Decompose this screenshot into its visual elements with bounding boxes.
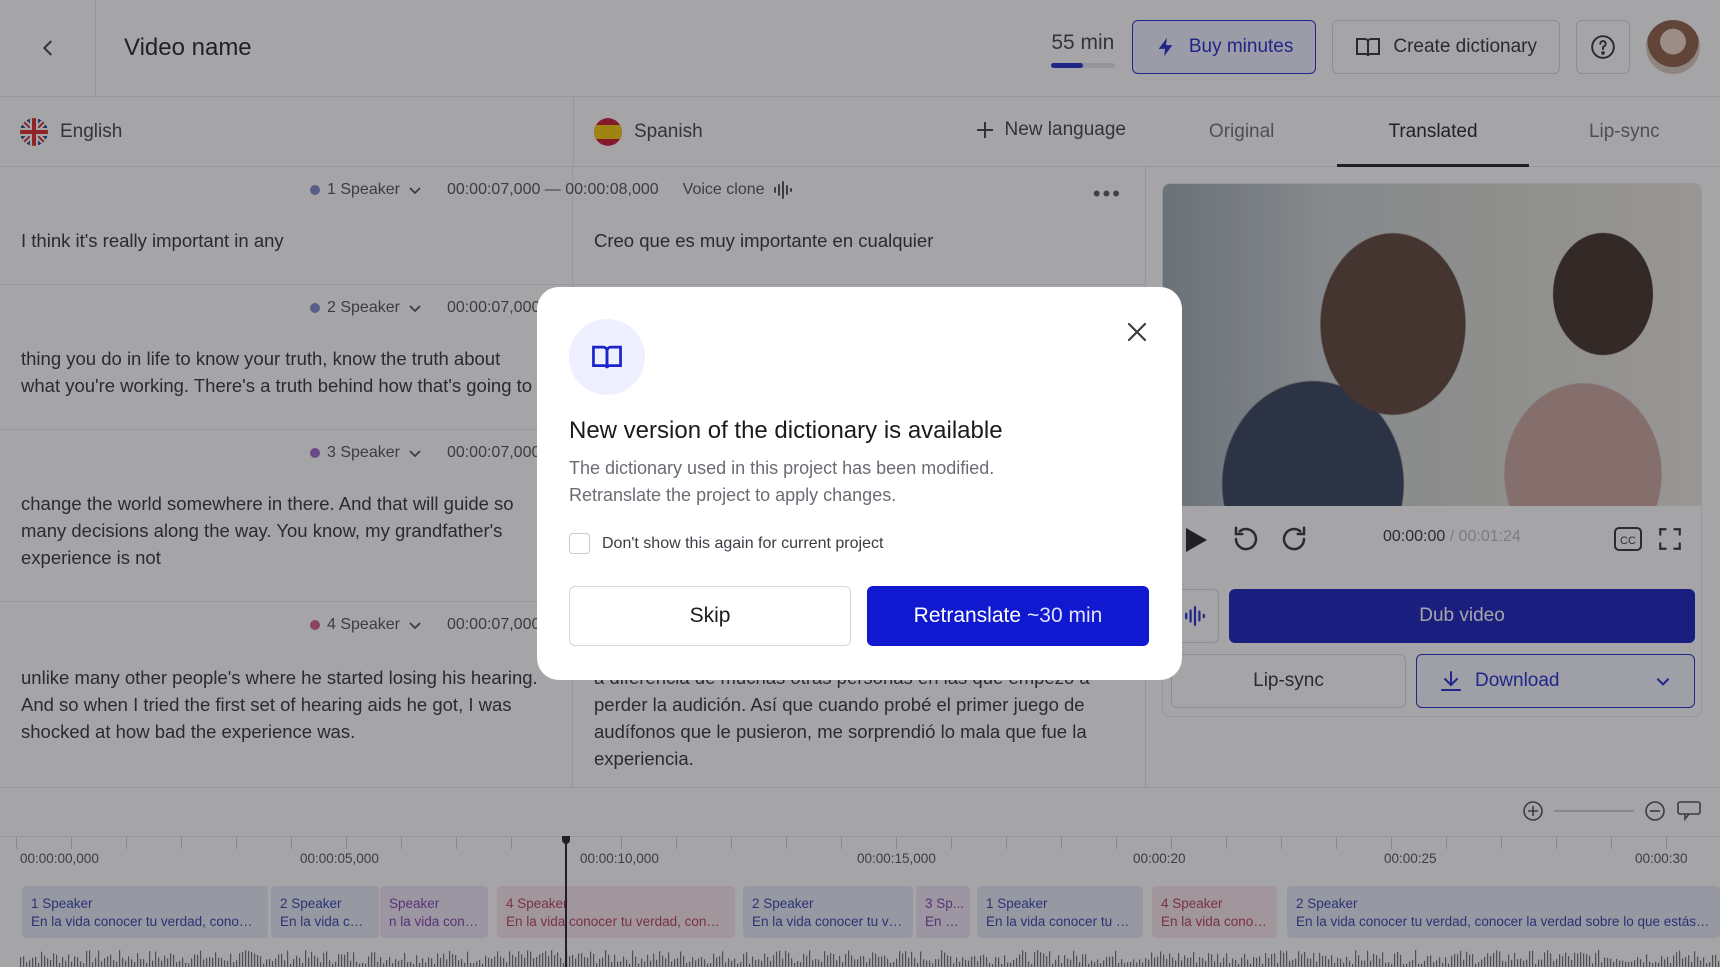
modal-title: New version of the dictionary is availab… xyxy=(569,417,1003,444)
retranslate-label: Retranslate xyxy=(913,604,1022,627)
dictionary-icon-badge xyxy=(569,319,645,395)
dont-show-label: Don't show this again for current projec… xyxy=(602,534,884,552)
skip-button[interactable]: Skip xyxy=(569,586,851,646)
dont-show-checkbox[interactable] xyxy=(569,533,590,554)
modal-description: The dictionary used in this project has … xyxy=(569,458,995,505)
modal-actions: Skip Retranslate ~30 min xyxy=(569,586,1150,646)
retranslate-cost: ~30 min xyxy=(1027,604,1103,627)
dont-show-again[interactable]: Don't show this again for current projec… xyxy=(569,533,1150,554)
book-icon xyxy=(592,345,622,369)
close-icon xyxy=(1127,322,1147,342)
retranslate-button[interactable]: Retranslate ~30 min xyxy=(867,586,1149,646)
dictionary-update-modal: New version of the dictionary is availab… xyxy=(537,287,1182,680)
close-button[interactable] xyxy=(1122,317,1152,347)
modal-overlay[interactable]: New version of the dictionary is availab… xyxy=(0,0,1720,967)
